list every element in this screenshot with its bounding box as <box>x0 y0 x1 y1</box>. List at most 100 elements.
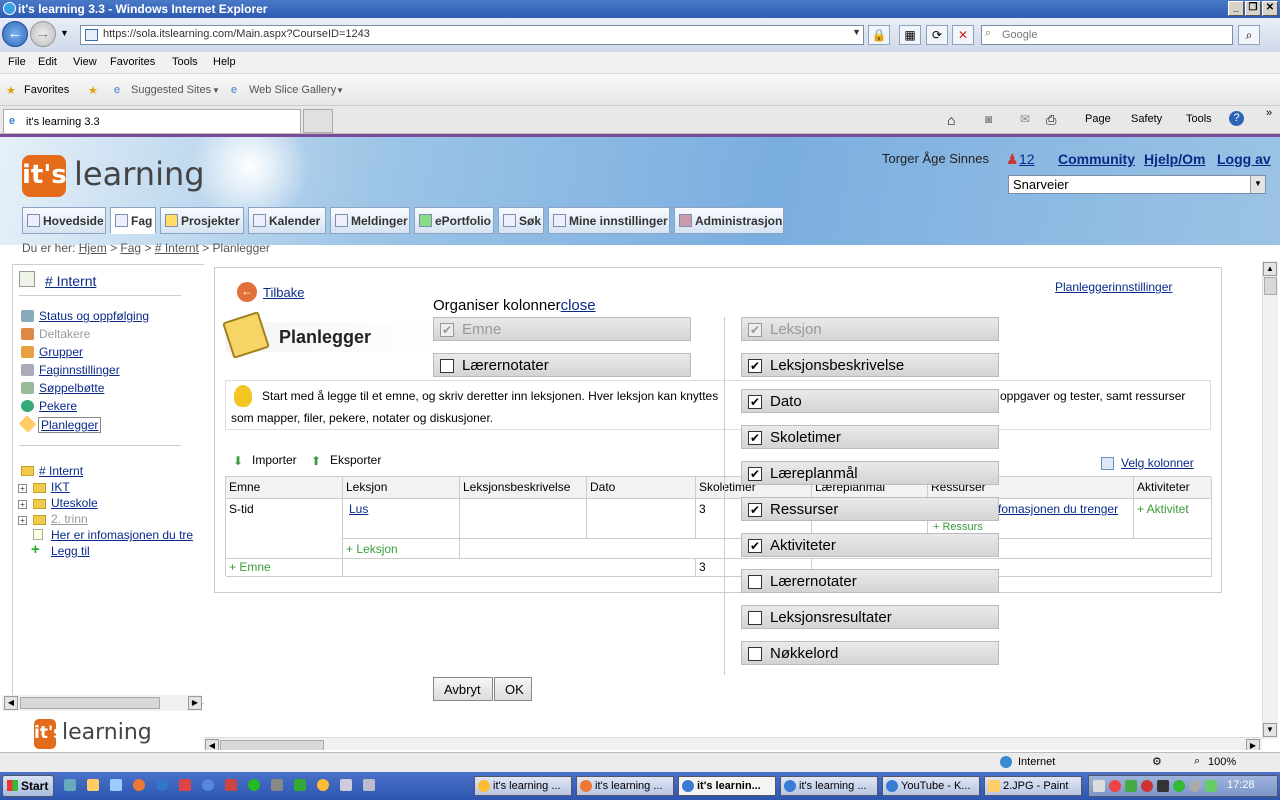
page-vertical-scrollbar[interactable]: ▲ ▼ <box>1262 261 1278 739</box>
scroll-right-icon[interactable]: ▶ <box>188 696 202 710</box>
shortcuts-select[interactable]: Snarveier ▼ <box>1008 175 1266 194</box>
checkbox-aktiviteter[interactable]: ✔ <box>748 539 762 553</box>
quicklaunch-icon[interactable] <box>179 779 191 791</box>
expand-icon[interactable]: + <box>18 516 27 525</box>
search-go-icon[interactable]: ⌕ <box>1238 25 1260 45</box>
tray-icon[interactable] <box>1205 780 1217 792</box>
organize-close-link[interactable]: close <box>561 297 596 314</box>
quicklaunch-icon[interactable] <box>64 779 76 791</box>
home-icon[interactable]: ⌂ <box>947 112 955 128</box>
logout-link[interactable]: Logg av <box>1217 151 1271 167</box>
lesson-link[interactable]: Lus <box>349 502 368 516</box>
scroll-up-icon[interactable]: ▲ <box>1263 262 1277 276</box>
back-link[interactable]: Tilbake <box>263 285 304 300</box>
sidebar-item-faginnstillinger[interactable]: Faginnstillinger <box>39 363 120 377</box>
taskbar-item[interactable]: it's learning ... <box>780 776 878 796</box>
column-option-laerernotater-left[interactable]: Lærernotater <box>433 353 691 377</box>
mail-icon[interactable]: ✉ <box>1020 112 1030 126</box>
quicklaunch-icon[interactable] <box>87 779 99 791</box>
checkbox-laereplanmal[interactable]: ✔ <box>748 467 762 481</box>
menu-tools[interactable]: Tools <box>172 56 198 68</box>
scroll-thumb[interactable] <box>1264 277 1277 295</box>
tree-item-legg-til[interactable]: Legg til <box>51 544 90 558</box>
checkbox-dato[interactable]: ✔ <box>748 395 762 409</box>
compat-view-icon[interactable]: ▦ <box>899 25 921 45</box>
column-option-skoletimer[interactable]: ✔ Skoletimer <box>741 425 999 449</box>
sidebar-horizontal-scrollbar[interactable]: ◀ ▶ <box>2 695 202 711</box>
quicklaunch-icon[interactable] <box>271 779 283 791</box>
add-activity-link[interactable]: + Aktivitet <box>1134 499 1212 539</box>
tray-icon[interactable] <box>1109 780 1121 792</box>
menu-view[interactable]: View <box>73 56 97 68</box>
course-title-link[interactable]: # Internt <box>45 273 96 289</box>
tree-item-2-trinn[interactable]: 2. trinn <box>51 512 88 526</box>
minimize-button[interactable]: _ <box>1228 1 1244 16</box>
sidebar-item-status[interactable]: Status og oppfølging <box>39 309 149 323</box>
tab-eportfolio[interactable]: ePortfolio <box>414 207 494 234</box>
tab-fag[interactable]: Fag <box>110 207 156 234</box>
quicklaunch-icon[interactable] <box>225 779 237 791</box>
feeds-icon[interactable]: ◙ <box>985 112 992 126</box>
tab-meldinger[interactable]: Meldinger <box>330 207 410 234</box>
tray-icon[interactable] <box>1125 780 1137 792</box>
help-icon[interactable]: ? <box>1229 111 1244 126</box>
close-window-button[interactable]: ✕ <box>1262 1 1278 16</box>
sidebar-item-deltakere[interactable]: Deltakere <box>39 327 90 341</box>
column-option-leksjonsresultater[interactable]: Leksjonsresultater <box>741 605 999 629</box>
taskbar-item[interactable]: it's learning ... <box>474 776 572 796</box>
page-menu[interactable]: Page <box>1085 113 1111 125</box>
maximize-button[interactable]: ❐ <box>1245 1 1261 16</box>
tree-item-internt[interactable]: # Internt <box>39 464 83 478</box>
start-button[interactable]: Start <box>2 775 54 797</box>
tree-item-uteskole[interactable]: Uteskole <box>51 496 98 510</box>
tab-hovedside[interactable]: Hovedside <box>22 207 106 234</box>
tree-item-ikt[interactable]: IKT <box>51 480 70 494</box>
sidebar-item-pekere[interactable]: Pekere <box>39 399 77 413</box>
print-icon[interactable]: ⎙ <box>1046 112 1056 128</box>
checkbox-laerernotater-right[interactable] <box>748 575 762 589</box>
checkbox-ressurser[interactable]: ✔ <box>748 503 762 517</box>
protected-mode-icon[interactable]: ⚙ <box>1152 755 1162 768</box>
planner-settings-link[interactable]: Planleggerinnstillinger <box>1055 280 1172 294</box>
column-option-aktiviteter[interactable]: ✔ Aktiviteter <box>741 533 999 557</box>
scroll-right-icon[interactable]: ▶ <box>1246 739 1260 750</box>
quicklaunch-icon[interactable] <box>363 779 375 791</box>
taskbar-item[interactable]: YouTube - K... <box>882 776 980 796</box>
tray-icon[interactable] <box>1173 780 1185 792</box>
choose-columns-link[interactable]: Velg kolonner <box>1121 456 1194 470</box>
notification-icon[interactable]: ♟ <box>1006 151 1019 168</box>
taskbar-item[interactable]: 2.JPG - Paint <box>984 776 1082 796</box>
stop-icon[interactable]: ✕ <box>952 25 974 45</box>
checkbox-skoletimer[interactable]: ✔ <box>748 431 762 445</box>
tray-icon[interactable] <box>1189 780 1201 792</box>
help-link[interactable]: Hjelp/Om <box>1144 151 1205 167</box>
quicklaunch-icon[interactable] <box>294 779 306 791</box>
ok-button[interactable]: OK <box>494 677 532 701</box>
scroll-left-icon[interactable]: ◀ <box>205 739 219 750</box>
taskbar-item[interactable]: it's learning ... <box>576 776 674 796</box>
add-topic-link[interactable]: + Emne <box>226 559 343 577</box>
checkbox-laerernotater[interactable] <box>440 359 454 373</box>
tab-sok[interactable]: Søk <box>498 207 544 234</box>
sidebar-item-soppelbotte[interactable]: Søppelbøtte <box>39 381 104 395</box>
column-option-nokkelord[interactable]: Nøkkelord <box>741 641 999 665</box>
zoom-level[interactable]: 100% <box>1208 756 1236 768</box>
logo-its[interactable]: it's <box>22 155 67 197</box>
cell-dato[interactable] <box>587 499 696 539</box>
cell-description[interactable] <box>460 499 587 539</box>
suggested-sites-link[interactable]: Suggested Sites <box>131 84 211 96</box>
new-tab-button[interactable] <box>303 109 333 133</box>
menu-favorites[interactable]: Favorites <box>110 56 155 68</box>
chrome-icon[interactable] <box>317 779 329 791</box>
more-commands-icon[interactable]: » <box>1266 107 1272 119</box>
tray-icon[interactable] <box>1093 780 1105 792</box>
taskbar-item-active[interactable]: it's learnin... <box>678 776 776 796</box>
breadcrumb-internt[interactable]: # Internt <box>155 241 199 255</box>
tab-administrasjon[interactable]: Administrasjon <box>674 207 784 234</box>
notification-count[interactable]: 12 <box>1019 151 1035 167</box>
safety-menu[interactable]: Safety <box>1131 113 1162 125</box>
column-option-dato[interactable]: ✔ Dato <box>741 389 999 413</box>
tab-mine-innstillinger[interactable]: Mine innstillinger <box>548 207 670 234</box>
community-link[interactable]: Community <box>1058 151 1135 167</box>
sidebar-item-grupper[interactable]: Grupper <box>39 345 83 359</box>
